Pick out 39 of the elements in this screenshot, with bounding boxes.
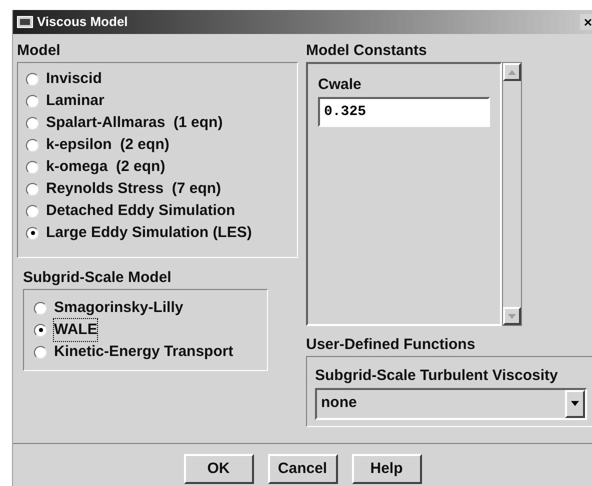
radio-label: Smagorinsky-Lilly <box>54 298 184 318</box>
radio-label: Spalart-Allmaras (1 eqn) <box>46 112 223 133</box>
dropdown[interactable]: none <box>315 388 587 420</box>
radio-label: k-epsilon (2 eqn) <box>46 134 170 155</box>
group-label: Subgrid-Scale Model <box>23 268 172 288</box>
group-label: Model <box>17 41 62 61</box>
radio-label: WALE <box>54 318 98 342</box>
radio-button[interactable] <box>26 182 39 196</box>
radio-button[interactable] <box>26 160 39 174</box>
scroll-down-icon[interactable] <box>503 307 521 325</box>
window-icon <box>17 16 33 28</box>
scroll-up-icon[interactable] <box>503 63 521 81</box>
radio-button[interactable] <box>26 226 39 240</box>
dialog-button[interactable]: Help <box>352 454 422 484</box>
input-field[interactable]: 0.325 <box>318 96 490 126</box>
caret-icon <box>565 390 585 418</box>
radio-label: Large Eddy Simulation (LES) <box>46 222 252 243</box>
radio-button[interactable] <box>26 204 39 218</box>
radio-button[interactable] <box>26 116 39 130</box>
field-label: Cwale <box>318 75 362 95</box>
radio-label: Detached Eddy Simulation <box>46 200 236 221</box>
radio-button[interactable] <box>34 302 47 314</box>
group-label: User-Defined Functions <box>306 335 476 355</box>
group-label: Model Constants <box>306 41 428 61</box>
radio-label: Kinetic-Energy Transport <box>54 342 234 362</box>
radio-label: Laminar <box>46 90 104 111</box>
radio-button[interactable] <box>26 72 39 86</box>
window-title: Viscous Model <box>37 13 128 32</box>
radio-button[interactable] <box>26 94 39 108</box>
radio-button[interactable] <box>34 324 47 336</box>
radio-button[interactable] <box>26 138 39 152</box>
radio-button[interactable] <box>34 346 47 358</box>
dialog-button[interactable]: OK <box>184 454 254 484</box>
radio-label: k-omega (2 eqn) <box>46 156 166 177</box>
close-button[interactable]: × <box>580 14 592 30</box>
radio-label: Inviscid <box>46 68 102 89</box>
radio-label: Reynolds Stress (7 eqn) <box>46 178 222 199</box>
field-label: Subgrid-Scale Turbulent Viscosity <box>315 366 559 386</box>
dialog-button[interactable]: Cancel <box>268 454 338 484</box>
